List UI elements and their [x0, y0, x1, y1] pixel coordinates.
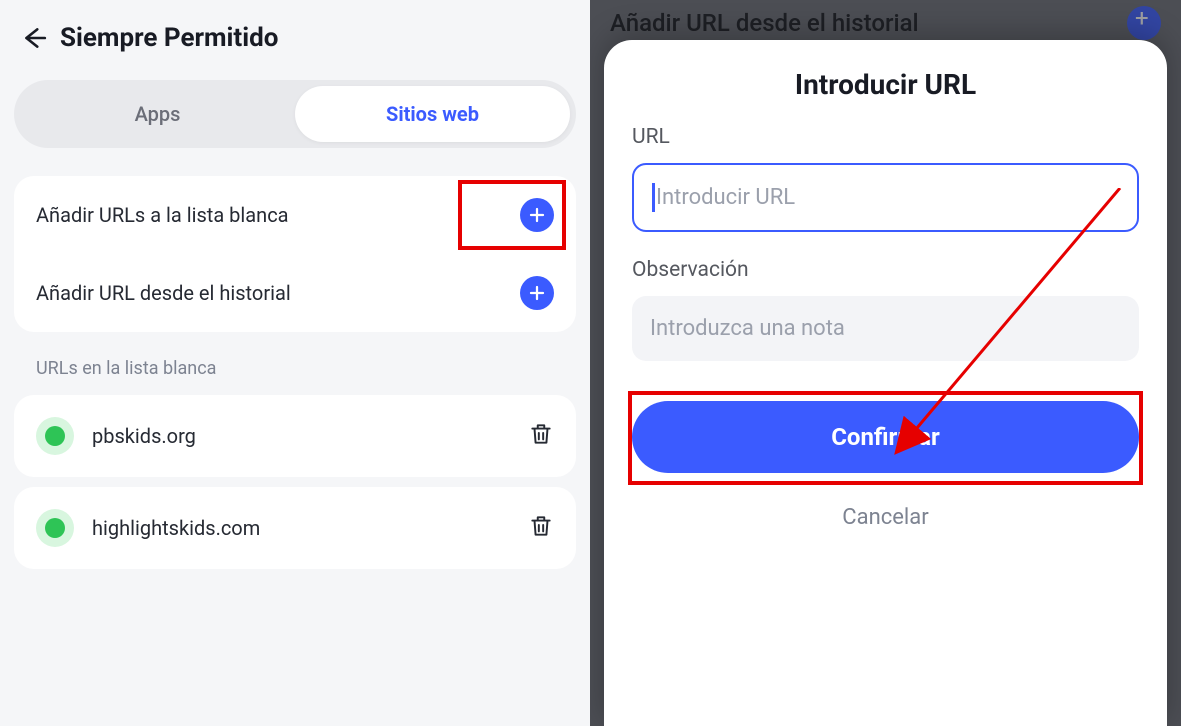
url-text: pbskids.org [92, 424, 528, 448]
enter-url-dialog-screen: Añadir URL desde el historial Introducir… [590, 0, 1181, 726]
url-text: highlightskids.com [92, 516, 528, 540]
url-input[interactable]: Introducir URL [632, 163, 1139, 232]
check-icon [36, 417, 74, 455]
always-allowed-screen: Siempre Permitido Apps Sitios web Añadir… [0, 0, 590, 726]
add-url-group: Añadir URLs a la lista blanca Añadir URL… [14, 176, 576, 332]
note-field-label: Observación [632, 258, 1139, 282]
dialog-title: Introducir URL [632, 68, 1139, 101]
enter-url-dialog: Introducir URL URL Introducir URL Observ… [604, 40, 1167, 726]
url-list-item: pbskids.org [14, 395, 576, 477]
add-from-history-row[interactable]: Añadir URL desde el historial [14, 254, 576, 332]
note-placeholder: Introduzca una nota [650, 316, 845, 341]
confirm-button[interactable]: Confirmar [632, 401, 1139, 473]
tab-bar: Apps Sitios web [14, 80, 576, 148]
url-field-label: URL [632, 125, 1139, 149]
url-list-item: highlightskids.com [14, 487, 576, 569]
cancel-button[interactable]: Cancelar [632, 483, 1139, 534]
plus-icon[interactable] [520, 198, 554, 232]
add-whitelist-label: Añadir URLs a la lista blanca [36, 203, 520, 227]
plus-icon[interactable] [520, 276, 554, 310]
header: Siempre Permitido [14, 10, 576, 76]
add-from-history-label: Añadir URL desde el historial [36, 281, 520, 305]
check-icon [36, 509, 74, 547]
text-caret [652, 183, 655, 212]
note-input[interactable]: Introduzca una nota [632, 296, 1139, 361]
trash-icon[interactable] [528, 513, 554, 543]
url-placeholder: Introducir URL [656, 185, 795, 210]
whitelist-section-label: URLs en la lista blanca [14, 358, 576, 395]
tab-apps[interactable]: Apps [20, 86, 295, 142]
add-whitelist-row[interactable]: Añadir URLs a la lista blanca [14, 176, 576, 254]
trash-icon[interactable] [528, 421, 554, 451]
page-title: Siempre Permitido [60, 23, 278, 53]
tab-websites[interactable]: Sitios web [295, 86, 570, 142]
back-arrow-icon[interactable] [14, 18, 54, 58]
